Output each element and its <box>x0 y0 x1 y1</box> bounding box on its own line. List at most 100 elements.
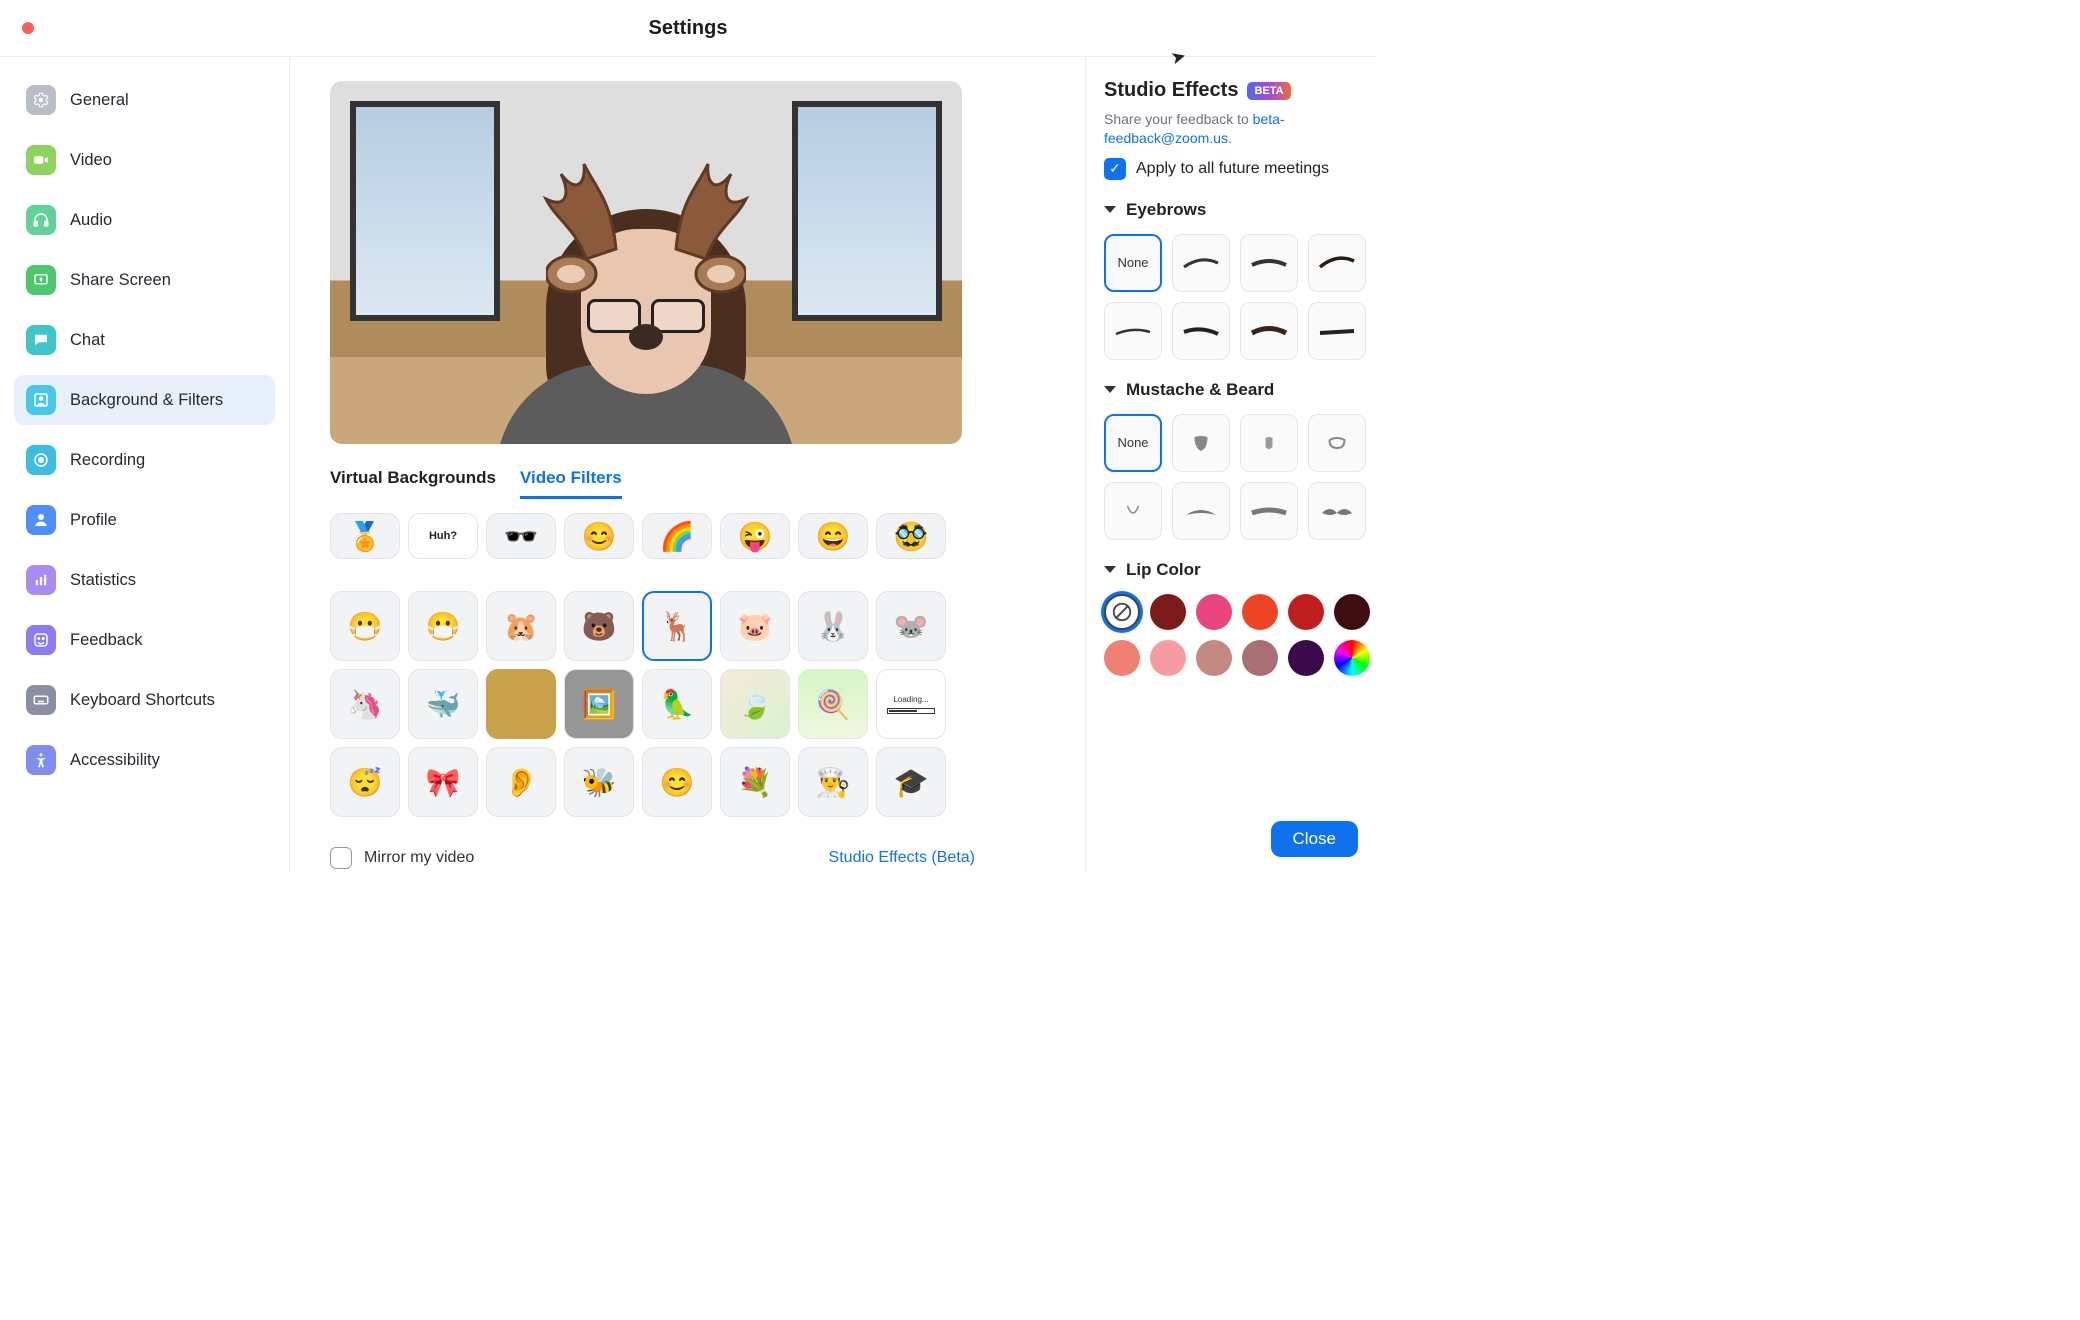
filter-mouse[interactable]: 🐭 <box>876 591 946 661</box>
lip-color-custom[interactable] <box>1334 640 1370 676</box>
sidebar-item-label: Keyboard Shortcuts <box>70 691 215 710</box>
eyebrows-style-3[interactable] <box>1308 234 1366 292</box>
filter-sleeping-face[interactable]: 😴 <box>330 747 400 817</box>
apply-all-label: Apply to all future meetings <box>1136 160 1329 178</box>
share-screen-icon <box>26 265 56 295</box>
record-icon <box>26 445 56 475</box>
filter-gold-earrings[interactable]: 😊 <box>642 747 712 817</box>
filter-surgical-mask[interactable]: 😷 <box>408 591 478 661</box>
panel-title: Studio Effects <box>1104 79 1238 102</box>
studio-effects-panel: Studio Effects BETA Share your feedback … <box>1086 57 1376 873</box>
sidebar-item-statistics[interactable]: Statistics <box>14 555 275 605</box>
filter-mustache-face[interactable]: 🥸 <box>876 513 946 559</box>
section-mustache-beard: Mustache & Beard None <box>1104 380 1358 540</box>
beard-style-1[interactable] <box>1172 414 1230 472</box>
filter-speech-huh[interactable]: Huh? <box>408 513 478 559</box>
filter-hydrangea[interactable]: 💐 <box>720 747 790 817</box>
filter-deer-antlers[interactable]: 🦌 <box>642 591 712 661</box>
close-button[interactable]: Close <box>1271 821 1358 857</box>
checkbox-icon <box>330 847 352 869</box>
lip-color-orange-red[interactable] <box>1242 594 1278 630</box>
beard-none[interactable]: None <box>1104 414 1162 472</box>
beard-style-2[interactable] <box>1240 414 1298 472</box>
window-title: Settings <box>0 17 1376 40</box>
eyebrows-style-7[interactable] <box>1308 302 1366 360</box>
beta-badge: BETA <box>1247 82 1290 100</box>
accessibility-icon <box>26 745 56 775</box>
filter-narwhal[interactable]: 🐳 <box>408 669 478 739</box>
lip-color-mauve[interactable] <box>1242 640 1278 676</box>
smile-icon <box>26 625 56 655</box>
eyebrows-style-2[interactable] <box>1240 234 1298 292</box>
sidebar-item-recording[interactable]: Recording <box>14 435 275 485</box>
filter-cockatiel[interactable]: 🦜 <box>642 669 712 739</box>
lip-color-coral[interactable] <box>1104 640 1140 676</box>
eyebrows-style-6[interactable] <box>1240 302 1298 360</box>
filter-rainbow-hat[interactable]: 🌈 <box>642 513 712 559</box>
video-preview <box>330 81 962 444</box>
sidebar-item-label: General <box>70 91 129 110</box>
filter-chef-hat[interactable]: 👨‍🍳 <box>798 747 868 817</box>
filter-pixel-sunglasses[interactable]: 🕶️ <box>486 513 556 559</box>
filter-cute-face[interactable]: 😊 <box>564 513 634 559</box>
eyebrows-style-1[interactable] <box>1172 234 1230 292</box>
tab-video-filters[interactable]: Video Filters <box>520 462 622 499</box>
sidebar-item-accessibility[interactable]: Accessibility <box>14 735 275 785</box>
lip-color-maroon[interactable] <box>1334 594 1370 630</box>
filter-loading-bar[interactable]: Loading... <box>876 669 946 739</box>
filter-face-mask[interactable]: 😷 <box>330 591 400 661</box>
sidebar-item-profile[interactable]: Profile <box>14 495 275 545</box>
filter-hamster[interactable]: 🐹 <box>486 591 556 661</box>
sidebar-item-share-screen[interactable]: Share Screen <box>14 255 275 305</box>
sidebar-item-keyboard-shortcuts[interactable]: Keyboard Shortcuts <box>14 675 275 725</box>
beard-style-5[interactable] <box>1172 482 1230 540</box>
user-icon <box>26 505 56 535</box>
studio-effects-link[interactable]: Studio Effects (Beta) <box>829 849 975 867</box>
lip-color-purple[interactable] <box>1288 640 1324 676</box>
filter-museum-room[interactable]: 🖼️ <box>564 669 634 739</box>
lip-color-pink[interactable] <box>1196 594 1232 630</box>
filter-unicorn[interactable]: 🦄 <box>330 669 400 739</box>
mirror-video-checkbox[interactable]: Mirror my video <box>330 847 474 869</box>
filter-graduation-cap[interactable]: 🎓 <box>876 747 946 817</box>
apply-all-checkbox[interactable]: ✓ Apply to all future meetings <box>1104 158 1358 180</box>
filter-pig[interactable]: 🐷 <box>720 591 790 661</box>
filter-lollipops[interactable]: 🍭 <box>798 669 868 739</box>
section-lip-header[interactable]: Lip Color <box>1104 560 1358 580</box>
lip-color-dark-red[interactable] <box>1150 594 1186 630</box>
beard-style-3[interactable] <box>1308 414 1366 472</box>
lip-color-none[interactable] <box>1104 594 1140 630</box>
filter-medal[interactable]: 🏅 <box>330 513 400 559</box>
beard-style-4[interactable] <box>1104 482 1162 540</box>
tab-virtual-backgrounds[interactable]: Virtual Backgrounds <box>330 462 496 499</box>
eyebrows-style-5[interactable] <box>1172 302 1230 360</box>
sidebar-item-label: Audio <box>70 211 112 230</box>
filter-winking-face[interactable]: 😜 <box>720 513 790 559</box>
sidebar-item-feedback[interactable]: Feedback <box>14 615 275 665</box>
sidebar-item-label: Chat <box>70 331 105 350</box>
filter-happy-face[interactable]: 😄 <box>798 513 868 559</box>
eyebrows-none[interactable]: None <box>1104 234 1162 292</box>
sidebar-item-general[interactable]: General <box>14 75 275 125</box>
eyebrows-style-4[interactable] <box>1104 302 1162 360</box>
lip-color-red[interactable] <box>1288 594 1324 630</box>
lip-color-light-pink[interactable] <box>1150 640 1186 676</box>
sidebar-item-label: Feedback <box>70 631 142 650</box>
filter-shrek-ears[interactable]: 👂 <box>486 747 556 817</box>
sidebar-item-label: Recording <box>70 451 145 470</box>
sidebar-item-video[interactable]: Video <box>14 135 275 185</box>
filter-leaves[interactable]: 🍃 <box>720 669 790 739</box>
beard-style-7[interactable] <box>1308 482 1366 540</box>
sidebar-item-chat[interactable]: Chat <box>14 315 275 365</box>
sidebar-item-audio[interactable]: Audio <box>14 195 275 245</box>
sidebar-item-background-filters[interactable]: Background & Filters <box>14 375 275 425</box>
lip-color-nude[interactable] <box>1196 640 1232 676</box>
filter-bee-antennae[interactable]: 🐝 <box>564 747 634 817</box>
filter-picture-frame[interactable] <box>486 669 556 739</box>
beard-style-6[interactable] <box>1240 482 1298 540</box>
filter-bear[interactable]: 🐻 <box>564 591 634 661</box>
section-eyebrows-header[interactable]: Eyebrows <box>1104 200 1358 220</box>
filter-red-bow[interactable]: 🎀 <box>408 747 478 817</box>
section-beard-header[interactable]: Mustache & Beard <box>1104 380 1358 400</box>
filter-rabbit[interactable]: 🐰 <box>798 591 868 661</box>
